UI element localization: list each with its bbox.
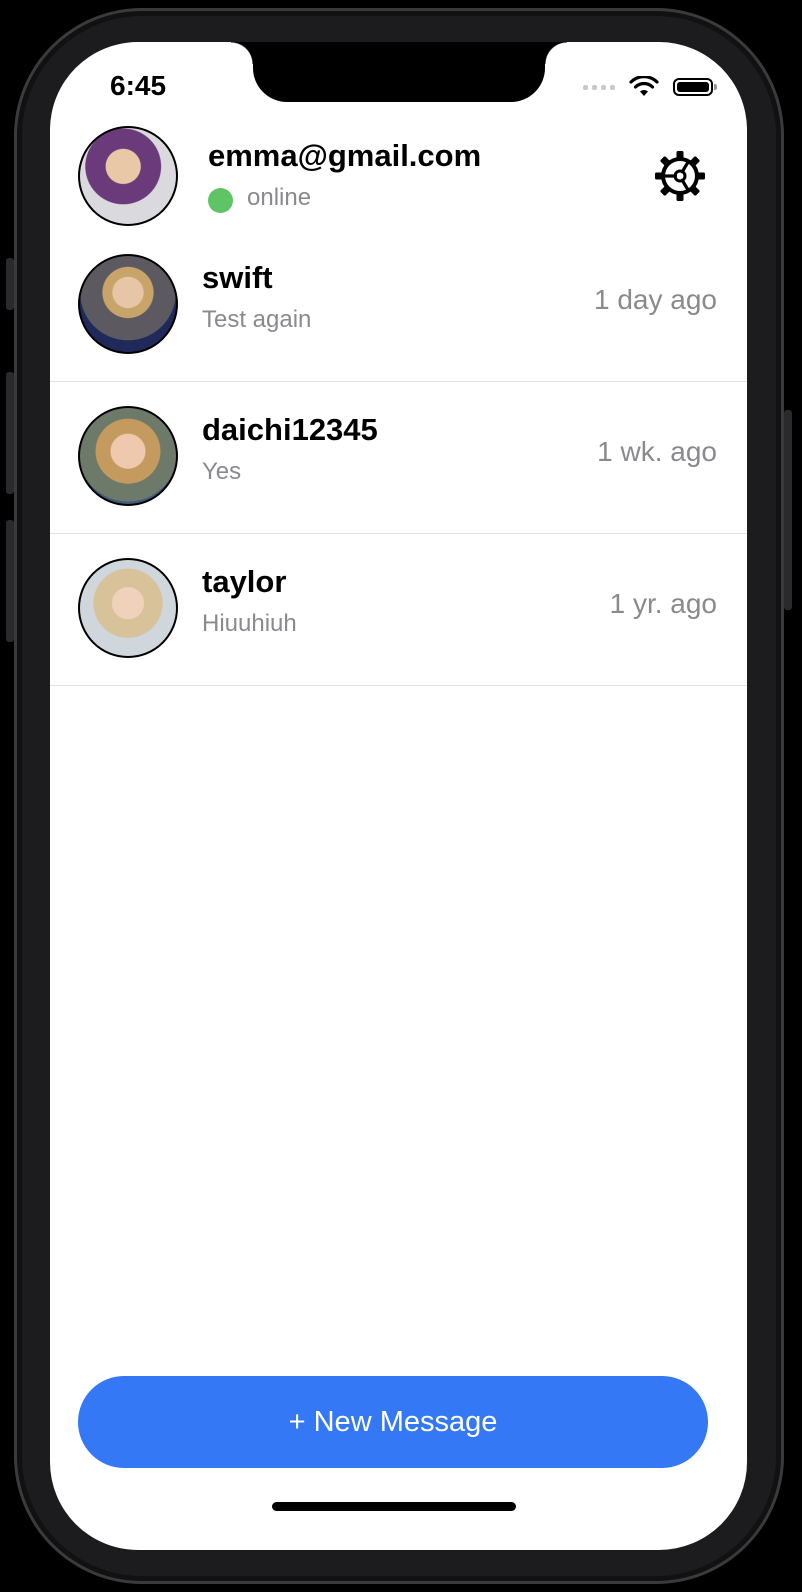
status-icons	[583, 76, 717, 98]
contact-name: swift	[202, 260, 273, 295]
conversation-row[interactable]: taylor Hiuuhiuh 1 yr. ago	[50, 534, 747, 686]
conversation-row[interactable]: daichi12345 Yes 1 wk. ago	[50, 382, 747, 534]
contact-avatar	[78, 558, 178, 658]
contact-name: daichi12345	[202, 412, 378, 447]
message-time: 1 day ago	[594, 284, 717, 315]
message-preview: Hiuuhiuh	[202, 610, 297, 637]
status-time: 6:45	[110, 70, 167, 101]
gear-icon[interactable]	[654, 150, 706, 202]
side-button-volume-up	[6, 372, 14, 494]
battery-icon	[673, 78, 717, 96]
wifi-icon	[629, 76, 659, 96]
home-indicator[interactable]	[272, 1502, 516, 1511]
message-preview: Yes	[202, 458, 242, 485]
online-status-text: online	[247, 184, 312, 211]
user-email: emma@gmail.com	[208, 138, 482, 173]
conversation-row[interactable]: swift Test again 1 day ago	[50, 230, 747, 382]
message-time: 1 wk. ago	[597, 436, 717, 467]
side-button-volume-down	[6, 520, 14, 642]
message-preview: Test again	[202, 306, 312, 333]
online-status-dot	[208, 188, 233, 213]
phone-screen: 6:45 emma@gmail.com online swift Test ag…	[50, 42, 747, 1550]
side-button-silent	[6, 258, 14, 310]
user-avatar[interactable]	[78, 126, 178, 226]
new-message-button[interactable]: + New Message	[78, 1376, 708, 1468]
contact-avatar	[78, 254, 178, 354]
message-time: 1 yr. ago	[609, 588, 717, 619]
notch	[231, 42, 567, 102]
contact-name: taylor	[202, 564, 287, 599]
contact-avatar	[78, 406, 178, 506]
side-button-power	[784, 410, 792, 610]
cellular-signal-icon	[583, 84, 615, 90]
